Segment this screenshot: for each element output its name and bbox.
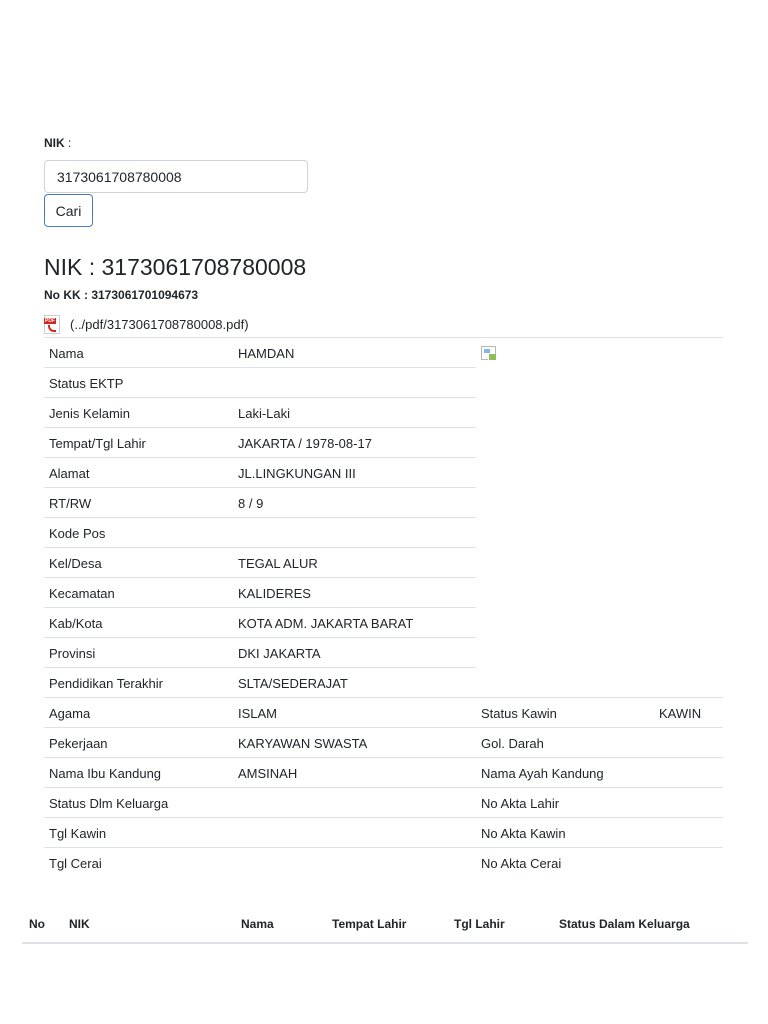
detail-label: Kab/Kota — [49, 616, 103, 631]
pdf-file-icon: PDF — [44, 314, 60, 334]
detail-row: Provinsi DKI JAKARTA — [44, 637, 476, 667]
detail-row: RT/RW 8 / 9 — [44, 487, 476, 517]
detail-row: Status Dlm Keluarga No Akta Lahir — [44, 787, 723, 817]
detail-value: ISLAM — [238, 706, 278, 721]
family-header-tgl-lahir: Tgl Lahir — [454, 917, 505, 931]
detail-value: SLTA/SEDERAJAT — [238, 676, 348, 691]
detail-value: 8 / 9 — [238, 496, 264, 511]
detail-row: Kecamatan KALIDERES — [44, 577, 476, 607]
no-kk: No KK : 3173061701094673 — [44, 288, 199, 302]
detail-label: Pekerjaan — [49, 736, 108, 751]
detail-row: Pendidikan Terakhir SLTA/SEDERAJAT — [44, 667, 476, 697]
nik-input[interactable] — [44, 160, 308, 193]
nik-search-form: NIK : Cari — [44, 136, 308, 227]
detail-label: Jenis Kelamin — [49, 406, 130, 421]
detail-value: KALIDERES — [238, 586, 311, 601]
pdf-link-row[interactable]: PDF (../pdf/3173061708780008.pdf) — [44, 314, 249, 334]
detail-value: KOTA ADM. JAKARTA BARAT — [238, 616, 414, 631]
detail-label-2: No Akta Cerai — [481, 856, 562, 871]
detail-label: Nama — [49, 346, 84, 361]
detail-label: Tgl Cerai — [49, 856, 102, 871]
family-header-status: Status Dalam Keluarga — [559, 917, 690, 931]
detail-label: Nama Ibu Kandung — [49, 766, 162, 781]
detail-row: Tempat/Tgl Lahir JAKARTA / 1978-08-17 — [44, 427, 476, 457]
detail-row: Kel/Desa TEGAL ALUR — [44, 547, 476, 577]
detail-label-2: Nama Ayah Kandung — [481, 766, 604, 781]
detail-label: Provinsi — [49, 646, 96, 661]
detail-row: Nama HAMDAN — [44, 337, 476, 367]
search-button[interactable]: Cari — [44, 194, 93, 227]
detail-label-2: No Akta Kawin — [481, 826, 566, 841]
detail-value: JL.LINGKUNGAN III — [238, 466, 356, 481]
detail-value: KARYAWAN SWASTA — [238, 736, 368, 751]
detail-label: Kel/Desa — [49, 556, 102, 571]
detail-label-2: No Akta Lahir — [481, 796, 560, 811]
detail-label: Kode Pos — [49, 526, 106, 541]
nik-heading: NIK : 3173061708780008 — [44, 254, 307, 280]
detail-value: HAMDAN — [238, 346, 295, 361]
detail-row: Tgl Kawin No Akta Kawin — [44, 817, 723, 847]
family-header-nama: Nama — [241, 917, 274, 931]
detail-value: Laki-Laki — [238, 406, 291, 421]
detail-label-2: Gol. Darah — [481, 736, 544, 751]
detail-label: Agama — [49, 706, 91, 721]
detail-row: Agama ISLAM Status Kawin KAWIN — [44, 697, 723, 727]
detail-table: Nama HAMDAN Status EKTP Jenis Kelamin Laki-L… — [44, 337, 723, 877]
pdf-link[interactable]: (../pdf/3173061708780008.pdf) — [70, 317, 249, 332]
family-header-tempat-lahir: Tempat Lahir — [332, 917, 407, 931]
detail-label: Status EKTP — [49, 376, 124, 391]
detail-row: Status EKTP — [44, 367, 476, 397]
detail-label: Alamat — [49, 466, 90, 481]
detail-row: Kab/Kota KOTA ADM. JAKARTA BARAT — [44, 607, 476, 637]
detail-label: Status Dlm Keluarga — [49, 796, 169, 811]
family-header-nik: NIK — [69, 917, 90, 931]
detail-row: Tgl Cerai No Akta Cerai — [44, 847, 723, 877]
detail-label: Tgl Kawin — [49, 826, 107, 841]
detail-label: Tempat/Tgl Lahir — [49, 436, 146, 451]
detail-value: AMSINAH — [238, 766, 298, 781]
family-header-no: No — [29, 917, 45, 931]
detail-row: Kode Pos — [44, 517, 476, 547]
detail-value-2: KAWIN — [659, 706, 702, 721]
detail-label: Pendidikan Terakhir — [49, 676, 163, 691]
detail-label-2: Status Kawin — [481, 706, 557, 721]
detail-label: RT/RW — [49, 496, 92, 511]
detail-label: Kecamatan — [49, 586, 115, 601]
photo-cell — [476, 337, 723, 338]
detail-row: Nama Ibu Kandung AMSINAH Nama Ayah Kandung — [44, 757, 723, 787]
detail-row: Alamat JL.LINGKUNGAN III — [44, 457, 476, 487]
detail-value: TEGAL ALUR — [238, 556, 318, 571]
nik-label: NIK : — [44, 136, 72, 150]
detail-value: DKI JAKARTA — [238, 646, 321, 661]
broken-image-icon — [481, 346, 496, 360]
family-table-header: No NIK Nama Tempat Lahir Tgl Lahir Statu… — [22, 903, 748, 944]
detail-row: Jenis Kelamin Laki-Laki — [44, 397, 476, 427]
detail-value: JAKARTA / 1978-08-17 — [238, 436, 372, 451]
detail-row: Pekerjaan KARYAWAN SWASTA Gol. Darah — [44, 727, 723, 757]
